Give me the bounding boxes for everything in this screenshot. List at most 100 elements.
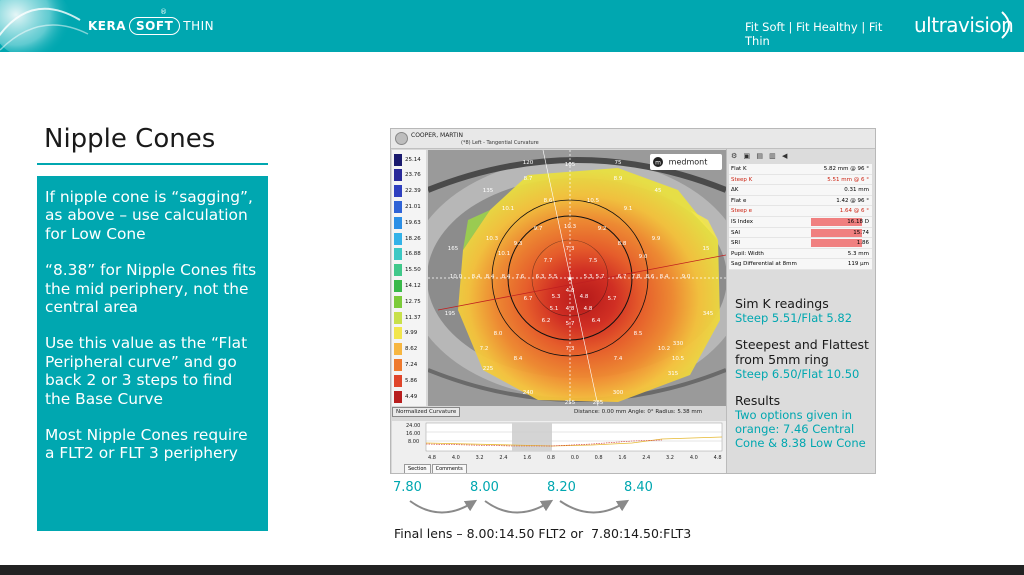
keratometry-label: Steep K — [731, 176, 753, 183]
scale-row: 11.37 — [394, 311, 428, 324]
profile-x-label: 2.4 — [499, 455, 507, 461]
index-bar — [811, 239, 862, 248]
info-paragraph: Most Nipple Cones require a FLT2 or FLT … — [45, 426, 248, 463]
scale-swatch — [394, 390, 402, 403]
svg-text:8.8: 8.8 — [618, 241, 627, 247]
svg-text:10.2: 10.2 — [658, 346, 670, 352]
profile-x-label: 4.0 — [690, 455, 698, 461]
scale-row: 14.12 — [394, 279, 428, 292]
scale-label: 5.86 — [405, 377, 418, 384]
keratometry-row: IS Index 16.18 D — [729, 216, 872, 228]
svg-text:10.3: 10.3 — [486, 236, 499, 242]
scale-swatch — [394, 374, 402, 387]
profile-y-label: 8.00 — [408, 439, 419, 445]
svg-text:15: 15 — [703, 246, 710, 252]
slide: KERA SOFT THIN ® Fit Soft | Fit Healthy … — [0, 0, 1024, 575]
scale-swatch — [394, 232, 402, 245]
scale-label: 16.88 — [405, 251, 421, 258]
keratometry-row: SRI 1.86 — [729, 238, 872, 249]
profile-tabs: Section Comments — [404, 464, 468, 473]
keratometry-value: 0.31 mm — [844, 187, 869, 194]
svg-text:7.4: 7.4 — [614, 356, 623, 362]
profile-x-label: 2.4 — [642, 455, 650, 461]
svg-text:300: 300 — [613, 390, 624, 396]
svg-text:8.6: 8.6 — [544, 198, 553, 204]
keratometry-label: Flat K — [731, 166, 747, 172]
brand-kera: KERA — [88, 19, 127, 33]
scale-swatch — [394, 153, 402, 166]
keratometry-value: 119 μm — [847, 261, 869, 268]
svg-text:9.2: 9.2 — [598, 226, 607, 232]
svg-text:165: 165 — [448, 246, 459, 252]
keratometry-value: 1.42 @ 96 ° — [836, 197, 869, 204]
keratometry-label: Pupil: Width — [731, 250, 764, 257]
keratometry-row: Flat e 1.42 @ 96 ° — [729, 195, 872, 207]
svg-text:315: 315 — [668, 371, 679, 377]
svg-text:345: 345 — [703, 311, 714, 317]
keratometry-value: 5.3 mm — [847, 250, 869, 257]
svg-text:9.7: 9.7 — [534, 226, 543, 232]
keratometry-row: Flat K 5.82 mm @ 96 ° — [729, 164, 872, 175]
contact-lens-graphic-icon — [0, 0, 89, 52]
svg-text:9.1: 9.1 — [624, 206, 633, 212]
svg-text:7.2: 7.2 — [480, 346, 489, 352]
scale-row: 16.88 — [394, 248, 428, 261]
svg-text:45: 45 — [655, 188, 662, 194]
profile-x-label: 4.8 — [428, 455, 436, 461]
svg-text:8.4: 8.4 — [514, 356, 523, 362]
tab-comments[interactable]: Comments — [431, 464, 467, 473]
title-underline — [37, 163, 268, 165]
scale-label: 25.14 — [405, 156, 421, 163]
curvature-map: ★ 7.37.7 7.5 6.3 5.5 5.3 5.7 4.85.3 4.8 4.85.… — [428, 150, 726, 406]
step-value: 8.00 — [470, 480, 499, 495]
scale-label: 18.26 — [405, 235, 421, 242]
profile-x-label: 4.0 — [452, 455, 460, 461]
keratometry-value: 5.82 mm @ 96 ° — [823, 166, 869, 172]
svg-text:8.4: 8.4 — [502, 274, 511, 280]
scale-row: 12.75 — [394, 295, 428, 308]
keratometry-row: Sag Differential at 8mm 119 μm — [729, 259, 872, 270]
svg-text:4.8: 4.8 — [584, 306, 593, 312]
svg-text:225: 225 — [483, 366, 494, 372]
scale-swatch — [394, 358, 402, 371]
svg-text:5.7: 5.7 — [566, 321, 575, 327]
keratometry-value: 5.51 mm @ 6 ° — [827, 176, 869, 183]
svg-text:5.5: 5.5 — [549, 274, 558, 280]
profile-x-label: 3.2 — [476, 455, 484, 461]
scale-swatch — [394, 200, 402, 213]
svg-text:10.1: 10.1 — [498, 251, 510, 257]
svg-text:10.3: 10.3 — [564, 224, 577, 230]
keratometry-label: Steep e — [731, 208, 753, 215]
svg-text:6.3: 6.3 — [536, 274, 545, 280]
svg-text:255: 255 — [565, 400, 576, 406]
topography-header: COOPER, MARTIN (*8) Left - Tangential Cu… — [391, 129, 875, 149]
keratometry-value: 15.74 — [853, 229, 869, 236]
profile-x-label: 3.2 — [666, 455, 674, 461]
patient-name: COOPER, MARTIN — [411, 132, 463, 139]
svg-text:135: 135 — [483, 188, 494, 194]
keratometry-row: ΔK 0.31 mm — [729, 185, 872, 196]
svg-text:5.3: 5.3 — [552, 294, 561, 300]
svg-text:6.2: 6.2 — [542, 318, 551, 324]
svg-text:6.4: 6.4 — [592, 318, 601, 324]
brand-registered: ® — [160, 8, 167, 16]
color-scale: 25.14 23.76 22.39 21.01 19.63 18.26 16.88 15.50… — [392, 150, 426, 406]
svg-text:285: 285 — [593, 400, 604, 406]
note-text: Steep 6.50/Flat 10.50 — [735, 367, 860, 381]
svg-text:10.5: 10.5 — [587, 198, 600, 204]
note-heading: Results — [735, 393, 781, 408]
scale-row: 21.01 — [394, 200, 428, 213]
svg-text:5.7: 5.7 — [608, 296, 617, 302]
brand-logo: KERA SOFT THIN ® — [88, 8, 214, 37]
profile-x-label: 1.6 — [618, 455, 626, 461]
scale-swatch — [394, 169, 402, 182]
scale-swatch — [394, 216, 402, 229]
svg-text:10.0: 10.0 — [450, 274, 463, 280]
keratometry-label: SAI — [731, 229, 740, 236]
note-text: Steep 5.51/Flat 5.82 — [735, 311, 853, 325]
scale-row: 7.24 — [394, 358, 428, 371]
scale-row: 19.63 — [394, 216, 428, 229]
note-text: Two options given in orange: 7.46 Centra… — [735, 408, 866, 450]
keratometry-table: Flat K 5.82 mm @ 96 ° Steep K 5.51 mm @ 6 °… — [729, 164, 872, 270]
tab-section[interactable]: Section — [404, 464, 431, 473]
